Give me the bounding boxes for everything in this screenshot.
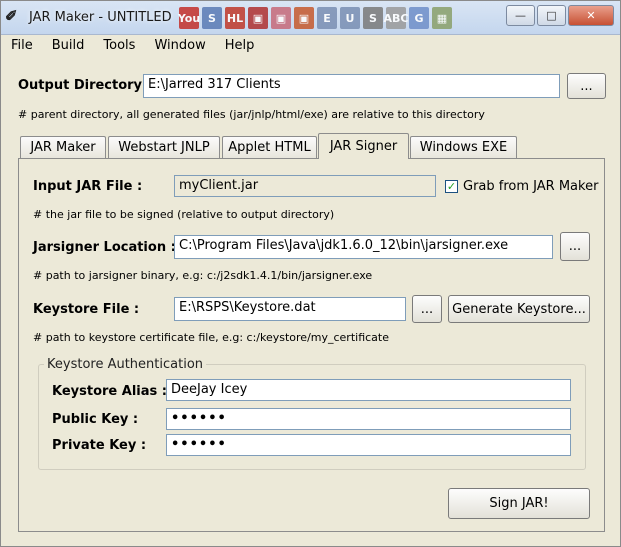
public-key-field[interactable]: •••••• xyxy=(166,408,571,430)
keystore-file-label: Keystore File : xyxy=(33,302,140,317)
input-jar-hint: # the jar file to be signed (relative to… xyxy=(33,208,335,221)
app-logo-icon: ✐ xyxy=(5,7,18,25)
public-key-label: Public Key : xyxy=(52,412,139,427)
u-icon[interactable]: U xyxy=(340,7,360,29)
orange-app-icon[interactable]: ▣ xyxy=(294,7,314,29)
menu-bar: File Build Tools Window Help xyxy=(1,35,620,57)
private-key-label: Private Key : xyxy=(52,438,147,453)
output-directory-field[interactable]: E:\Jarred 317 Clients xyxy=(143,74,560,98)
menu-tools[interactable]: Tools xyxy=(93,35,144,57)
hl-icon[interactable]: HL xyxy=(225,7,245,29)
jarsigner-location-field[interactable]: C:\Program Files\Java\jdk1.6.0_12\bin\ja… xyxy=(174,235,553,259)
keystore-authentication-title: Keystore Authentication xyxy=(44,357,207,372)
titlebar-icon-strip: You S HL ▣ ▣ ▣ E U S ABC G ▦ xyxy=(178,7,452,29)
s-icon[interactable]: S xyxy=(202,7,222,29)
keystore-file-field[interactable]: E:\RSPS\Keystore.dat xyxy=(174,297,406,321)
sign-jar-button[interactable]: Sign JAR! xyxy=(448,488,590,519)
generate-keystore-button[interactable]: Generate Keystore... xyxy=(448,295,590,323)
red-app-icon[interactable]: ▣ xyxy=(248,7,268,29)
window-controls: — □ ✕ xyxy=(506,5,614,26)
maximize-button[interactable]: □ xyxy=(537,5,566,26)
app-window: ✐ JAR Maker - UNTITLED You S HL ▣ ▣ ▣ E U S ABC G ▦… xyxy=(0,0,621,547)
tab-applet-html[interactable]: Applet HTML xyxy=(222,136,317,158)
checkmark-icon: ✓ xyxy=(446,180,457,193)
keystore-alias-field[interactable]: DeeJay Icey xyxy=(166,379,571,401)
grid-icon[interactable]: ▦ xyxy=(432,7,452,29)
tab-jar-maker[interactable]: JAR Maker xyxy=(20,136,106,158)
keystore-alias-label: Keystore Alias : xyxy=(52,384,167,399)
tab-jar-signer[interactable]: JAR Signer xyxy=(318,133,409,159)
google-icon[interactable]: G xyxy=(409,7,429,29)
window-title: JAR Maker - UNTITLED xyxy=(29,10,172,25)
tab-webstart-jnlp[interactable]: Webstart JNLP xyxy=(108,136,220,158)
input-jar-field[interactable]: myClient.jar xyxy=(174,175,436,197)
private-key-field[interactable]: •••••• xyxy=(166,434,571,456)
input-jar-label: Input JAR File : xyxy=(33,179,143,194)
title-bar[interactable]: ✐ JAR Maker - UNTITLED You S HL ▣ ▣ ▣ E U S ABC G ▦… xyxy=(1,1,620,35)
jarsigner-location-hint: # path to jarsigner binary, e.g: c:/j2sd… xyxy=(33,269,373,282)
grab-from-jar-maker-checkbox[interactable]: ✓ xyxy=(445,180,458,193)
youtube-icon[interactable]: You xyxy=(178,7,200,29)
keystore-file-hint: # path to keystore certificate file, e.g… xyxy=(33,331,390,344)
s2-icon[interactable]: S xyxy=(363,7,383,29)
menu-file[interactable]: File xyxy=(1,35,42,57)
minimize-button[interactable]: — xyxy=(506,5,535,26)
jarsigner-location-label: Jarsigner Location : xyxy=(33,240,176,255)
menu-help[interactable]: Help xyxy=(215,35,264,57)
pink-app-icon[interactable]: ▣ xyxy=(271,7,291,29)
grab-from-jar-maker-label[interactable]: Grab from JAR Maker xyxy=(463,179,598,194)
menu-build[interactable]: Build xyxy=(42,35,94,57)
keystore-browse-button[interactable]: ... xyxy=(412,295,442,323)
e-icon[interactable]: E xyxy=(317,7,337,29)
abc-icon[interactable]: ABC xyxy=(384,7,409,29)
output-directory-hint: # parent directory, all generated files … xyxy=(18,108,485,121)
menu-window[interactable]: Window xyxy=(144,35,214,57)
jarsigner-browse-button[interactable]: ... xyxy=(560,232,590,261)
output-directory-label: Output Directory : xyxy=(18,78,152,93)
output-browse-button[interactable]: ... xyxy=(567,73,606,99)
tab-windows-exe[interactable]: Windows EXE xyxy=(410,136,517,158)
close-button[interactable]: ✕ xyxy=(568,5,614,26)
